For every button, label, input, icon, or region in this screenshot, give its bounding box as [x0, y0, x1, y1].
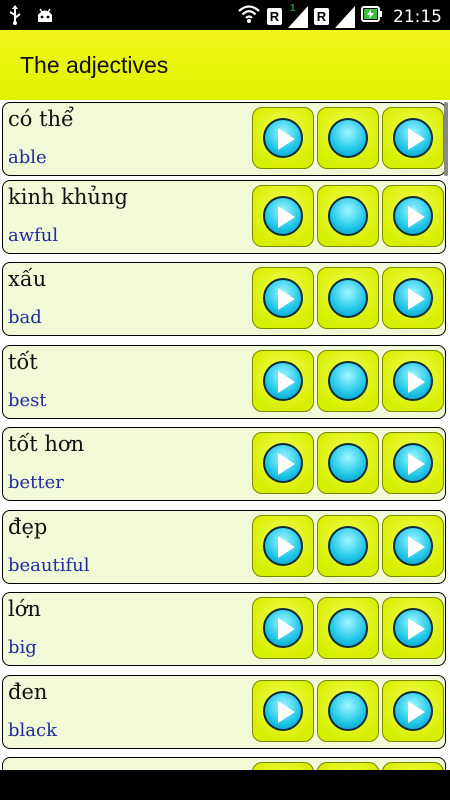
play-button[interactable]	[252, 185, 314, 247]
playback-icon	[393, 608, 433, 648]
vietnamese-word: có thể	[8, 107, 74, 131]
playback-icon	[393, 118, 433, 158]
vietnamese-word: lớn	[8, 597, 41, 621]
play-button[interactable]	[252, 762, 314, 770]
vietnamese-word: tốt hơn	[8, 432, 85, 456]
playback-button[interactable]	[382, 185, 444, 247]
english-word: big	[8, 637, 37, 658]
playback-icon	[393, 196, 433, 236]
record-button[interactable]	[317, 185, 379, 247]
vietnamese-word: kinh khủng	[8, 185, 128, 209]
english-word: bad	[8, 307, 42, 328]
record-button[interactable]	[317, 350, 379, 412]
english-word: black	[8, 720, 57, 741]
play-button[interactable]	[252, 597, 314, 659]
record-button[interactable]	[317, 597, 379, 659]
play-icon	[263, 278, 303, 318]
playback-button[interactable]	[382, 107, 444, 169]
playback-button[interactable]	[382, 267, 444, 329]
record-button[interactable]	[317, 107, 379, 169]
play-icon	[263, 443, 303, 483]
english-word: able	[8, 147, 47, 168]
play-icon	[263, 691, 303, 731]
roaming-badge-1: R	[267, 8, 282, 25]
playback-icon	[393, 278, 433, 318]
list-item	[2, 757, 446, 770]
play-button[interactable]	[252, 432, 314, 494]
vietnamese-word: đẹp	[8, 515, 48, 539]
status-bar: R 1 R 2 21:15	[0, 0, 450, 30]
record-icon	[328, 196, 368, 236]
play-icon	[263, 118, 303, 158]
list-item: kinh khủng awful	[2, 180, 446, 254]
playback-icon	[393, 526, 433, 566]
play-icon	[263, 526, 303, 566]
playback-button[interactable]	[382, 515, 444, 577]
list-item: có thể able	[2, 102, 446, 176]
usb-icon	[8, 5, 22, 30]
clock: 21:15	[393, 6, 442, 27]
english-word: better	[8, 472, 64, 493]
sim2-label: 2	[337, 2, 343, 14]
record-button[interactable]	[317, 515, 379, 577]
vietnamese-word: đen	[8, 680, 48, 704]
playback-button[interactable]	[382, 597, 444, 659]
record-icon	[328, 118, 368, 158]
english-word: best	[8, 390, 47, 411]
english-word: beautiful	[8, 555, 90, 576]
playback-button[interactable]	[382, 432, 444, 494]
vietnamese-word: xấu	[8, 267, 47, 291]
play-button[interactable]	[252, 350, 314, 412]
playback-button[interactable]	[382, 680, 444, 742]
play-button[interactable]	[252, 515, 314, 577]
list-scrollbar[interactable]	[444, 102, 448, 176]
list-item: tốt hơn better	[2, 427, 446, 501]
vietnamese-word: tốt	[8, 350, 38, 374]
record-icon	[328, 526, 368, 566]
playback-icon	[393, 361, 433, 401]
list-item: lớn big	[2, 592, 446, 666]
record-icon	[328, 278, 368, 318]
play-button[interactable]	[252, 107, 314, 169]
android-icon	[36, 6, 54, 29]
playback-icon	[393, 691, 433, 731]
list-item: tốt best	[2, 345, 446, 419]
list-item: đen black	[2, 675, 446, 749]
record-icon	[328, 361, 368, 401]
play-icon	[263, 361, 303, 401]
record-button[interactable]	[317, 680, 379, 742]
signal-sim2-icon: 2	[335, 2, 355, 28]
play-icon	[263, 196, 303, 236]
record-icon	[328, 608, 368, 648]
playback-button[interactable]	[382, 762, 444, 770]
play-button[interactable]	[252, 680, 314, 742]
battery-charging-icon	[361, 5, 383, 28]
record-button[interactable]	[317, 762, 379, 770]
wifi-icon	[237, 4, 261, 29]
list-item: đẹp beautiful	[2, 510, 446, 584]
record-button[interactable]	[317, 267, 379, 329]
sim1-label: 1	[290, 2, 296, 14]
navigation-bar	[0, 770, 450, 800]
page-title: The adjectives	[20, 51, 169, 78]
english-word: awful	[8, 225, 59, 246]
play-icon	[263, 608, 303, 648]
roaming-badge-2: R	[314, 8, 329, 25]
list-item: xấu bad	[2, 262, 446, 336]
adjective-list[interactable]: có thể able kinh khủng awful xấu bad tốt…	[0, 100, 450, 770]
playback-icon	[393, 443, 433, 483]
record-icon	[328, 691, 368, 731]
app-bar: The adjectives	[0, 30, 450, 100]
record-button[interactable]	[317, 432, 379, 494]
play-button[interactable]	[252, 267, 314, 329]
signal-sim1-icon: 1	[288, 2, 308, 28]
playback-button[interactable]	[382, 350, 444, 412]
record-icon	[328, 443, 368, 483]
